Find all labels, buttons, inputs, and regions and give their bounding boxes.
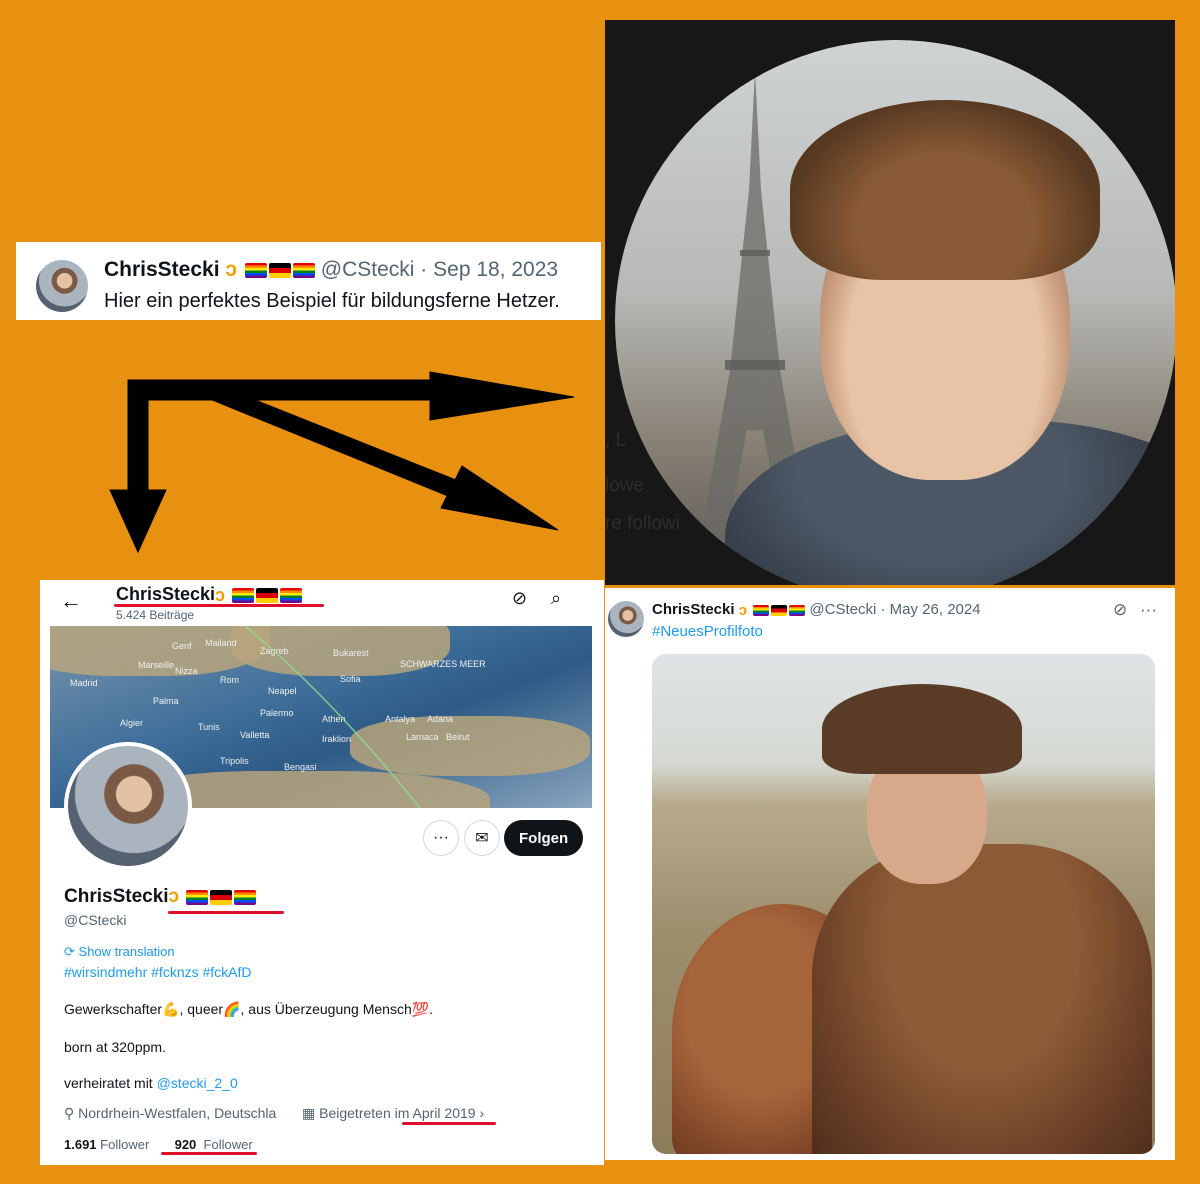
followers-label: Follower: [203, 1137, 253, 1152]
postal-horn-icon: ↄ: [225, 258, 238, 282]
tweet-header: ChrisStecki ↄ @CStecki · May 26, 2024: [652, 601, 981, 619]
bio-text: , queer: [179, 1001, 224, 1017]
red-underline: [168, 911, 284, 914]
display-name[interactable]: ChrisStecki: [104, 258, 220, 281]
hashtag-link[interactable]: #NeuesProfilfoto: [652, 623, 763, 640]
profile-avatar[interactable]: [64, 742, 192, 870]
joined-date-value[interactable]: April 2019: [413, 1105, 476, 1121]
separator-dot: ·: [420, 258, 428, 281]
arrow-shaft: [127, 379, 439, 401]
followers-stat[interactable]: 920 Follower: [175, 1137, 253, 1152]
bio-line: verheiratet mit @stecki_2_0: [64, 1075, 238, 1091]
grok-icon[interactable]: ⊘: [1113, 600, 1127, 620]
search-icon[interactable]: ⌕: [551, 588, 561, 609]
separator-dot: ·: [880, 601, 886, 618]
handle[interactable]: @CStecki: [321, 258, 415, 281]
hundred-points-icon: 💯: [411, 1001, 430, 1017]
mention-link[interactable]: @stecki_2_0: [157, 1075, 238, 1091]
follow-stats: 1.691 Follower 920 Follower: [64, 1137, 253, 1152]
rainbow-flag-icon: [186, 889, 209, 905]
avatar[interactable]: [608, 601, 644, 637]
tweet-snippet-sep-2023: ChrisStecki ↄ @CStecki · Sep 18, 2023 Hi…: [16, 242, 601, 320]
background-text: lowe: [605, 475, 645, 496]
message-button[interactable]: ✉: [464, 820, 500, 856]
portrait-photo: [615, 40, 1175, 585]
red-underline: [161, 1152, 257, 1155]
german-flag-icon: [256, 587, 279, 603]
follow-button[interactable]: Folgen: [504, 820, 584, 856]
rainbow-flag-icon: [292, 262, 315, 278]
german-flag-icon: [210, 889, 233, 905]
postal-horn-icon: ↄ: [168, 886, 180, 907]
tweet-header: ChrisStecki ↄ @CStecki · Sep 18, 2023: [104, 258, 558, 282]
rainbow-icon: 🌈: [223, 1001, 241, 1017]
arrow-shaft: [127, 379, 149, 493]
rainbow-flag-icon: [753, 604, 770, 616]
bio-text: Gewerkschafter: [64, 1001, 163, 1017]
tweet-new-profile-photo: ChrisStecki ↄ @CStecki · May 26, 2024 #N…: [605, 588, 1175, 1160]
postal-horn-icon: ↄ: [215, 584, 226, 605]
german-flag-icon: [771, 604, 788, 616]
post-count: 5.424 Beiträge: [116, 608, 195, 622]
location-text: Nordrhein-Westfalen, Deutschla: [78, 1105, 277, 1121]
back-arrow-icon[interactable]: ←: [60, 588, 82, 614]
rainbow-flag-icon: [234, 889, 257, 905]
rainbow-flag-icon: [244, 262, 267, 278]
red-underline: [402, 1122, 496, 1125]
leather-jacket: [812, 844, 1152, 1154]
following-stat[interactable]: 1.691 Follower: [64, 1137, 149, 1152]
location: ⚲ Nordrhein-Westfalen, Deutschla: [64, 1105, 276, 1122]
arrow-head-right: [429, 371, 575, 421]
translate-icon: ⟳: [64, 944, 75, 959]
handle[interactable]: @CStecki: [809, 601, 876, 618]
avatar[interactable]: [36, 260, 88, 312]
joined-prefix: Beigetreten im: [319, 1105, 410, 1121]
show-translation-label: Show translation: [78, 944, 175, 959]
bio-hashtags[interactable]: #wirsindmehr #fcknzs #fckAfD: [64, 964, 252, 980]
rainbow-flag-icon: [280, 587, 303, 603]
bio-text: , aus Überzeugung Mensch: [240, 1001, 412, 1017]
more-options-icon[interactable]: ···: [1140, 600, 1157, 620]
arrow-head-down: [109, 489, 167, 554]
background-text: re followi: [605, 513, 680, 534]
hair: [790, 100, 1100, 280]
tweet-media-image[interactable]: [652, 654, 1155, 1154]
bio-line: born at 320ppm.: [64, 1039, 166, 1055]
tweet-date[interactable]: May 26, 2024: [890, 601, 981, 618]
chevron-right-icon[interactable]: ›: [479, 1105, 484, 1121]
joined-date: ▦ Beigetreten im April 2019 ›: [302, 1105, 484, 1122]
followers-count: 920: [174, 1137, 197, 1152]
profile-photo-zoom: f , L lowe re followi: [605, 20, 1175, 585]
grok-icon[interactable]: ⊘: [512, 588, 527, 609]
profile-name-text: ChrisStecki: [64, 886, 169, 908]
cowboy-hat: [822, 684, 1022, 774]
arrow-shaft: [199, 379, 457, 497]
header-display-name: ChrisSteckiↄ: [116, 584, 303, 606]
following-count: 1.691: [64, 1137, 97, 1152]
following-label: Follower: [100, 1137, 150, 1152]
german-flag-icon: [268, 262, 291, 278]
profile-handle: @CStecki: [64, 912, 127, 928]
flexed-biceps-icon: 💪: [162, 1001, 180, 1017]
tweet-text: Hier ein perfektes Beispiel für bildungs…: [104, 290, 560, 312]
red-underline: [114, 604, 324, 607]
tweet-date[interactable]: Sep 18, 2023: [433, 258, 558, 281]
location-pin-icon: ⚲: [64, 1105, 75, 1121]
bio-line: Gewerkschafter💪, queer🌈, aus Überzeugung…: [64, 1001, 434, 1017]
profile-page: ← ChrisSteckiↄ 5.424 Beiträge ⊘ ⌕ Mailan…: [40, 580, 604, 1165]
more-options-button[interactable]: ···: [423, 820, 459, 856]
show-translation-link[interactable]: ⟳ Show translation: [64, 944, 175, 960]
display-name[interactable]: ChrisStecki: [652, 601, 735, 618]
rainbow-flag-icon: [232, 587, 255, 603]
profile-display-name: ChrisSteckiↄ: [64, 886, 257, 908]
postal-horn-icon: ↄ: [738, 601, 748, 619]
background-text: , L: [605, 430, 627, 451]
arrow-head-diagonal: [440, 465, 559, 531]
header-name-text: ChrisStecki: [116, 584, 216, 604]
calendar-icon: ▦: [302, 1105, 316, 1121]
bio-text: verheiratet mit: [64, 1075, 153, 1091]
rainbow-flag-icon: [789, 604, 806, 616]
